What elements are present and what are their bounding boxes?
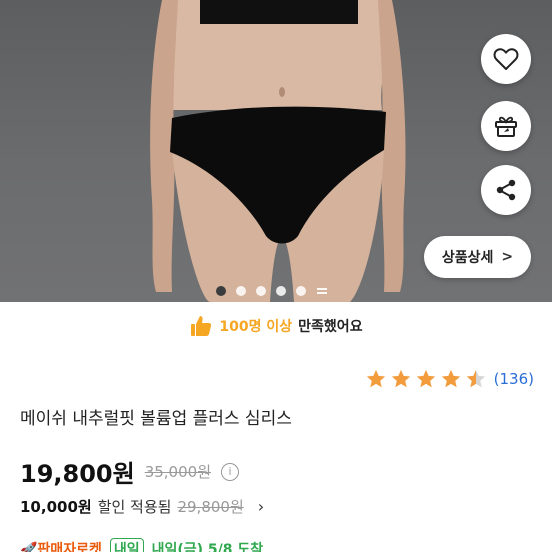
carousel-dot[interactable] (276, 286, 286, 296)
review-count[interactable]: (136) (494, 370, 534, 388)
product-detail-button[interactable]: 상품상세 > (424, 236, 531, 278)
satisfaction-banner: 100명 이상 만족했어요 (0, 308, 552, 344)
satisfaction-text: 만족했어요 (298, 319, 363, 335)
thumbs-up-icon (191, 316, 212, 336)
original-price: 35,000원 (144, 463, 211, 481)
product-image[interactable]: 상품상세 > (0, 0, 552, 302)
carousel-dot[interactable] (296, 286, 306, 296)
star-full-icon (416, 369, 435, 388)
share-button[interactable] (481, 165, 531, 215)
carousel-dot[interactable] (256, 286, 266, 296)
star-full-icon (441, 369, 460, 388)
rocket-delivery-label: 🚀판매자로켓 (20, 542, 102, 552)
carousel-indicator[interactable] (216, 286, 328, 296)
carousel-dot[interactable] (236, 286, 246, 296)
discount-text: 할인 적용됨 (97, 498, 172, 516)
heart-icon (493, 48, 519, 70)
satisfaction-count: 100명 이상 (219, 319, 293, 335)
discount-row[interactable]: 10,000원 할인 적용됨 29,800원 › (20, 496, 264, 517)
star-full-icon (366, 369, 385, 388)
carousel-dot[interactable] (216, 286, 226, 296)
share-icon (496, 179, 516, 201)
gift-button[interactable] (481, 101, 531, 151)
carousel-more-icon[interactable] (316, 286, 328, 296)
gift-icon (495, 116, 517, 137)
discount-original-price: 29,800원 (177, 498, 244, 516)
chevron-right-icon: > (501, 249, 514, 265)
star-full-icon (391, 369, 410, 388)
product-detail-label: 상품상세 (441, 250, 494, 266)
chevron-right-icon: › (257, 497, 265, 516)
sale-price: 19,800원 (20, 460, 135, 488)
shipping-row: 🚀판매자로켓 내일 내일(금) 5/8 도착 (20, 538, 263, 552)
product-page: 상품상세 > 100명 이상 만족했어요 (136) 메이쉬 내추럴핏 볼륨업 … (0, 0, 552, 552)
delivery-date: 내일(금) 5/8 도착 (151, 542, 264, 552)
wishlist-button[interactable] (481, 34, 531, 84)
info-icon[interactable]: i (221, 462, 239, 481)
tomorrow-badge: 내일 (109, 538, 144, 552)
price-row: 19,800원 35,000원 i (20, 454, 239, 489)
discount-amount: 10,000원 (20, 498, 92, 516)
star-half-icon (466, 369, 485, 388)
product-title: 메이쉬 내추럴핏 볼륨업 플러스 심리스 (20, 409, 292, 429)
rating[interactable]: (136) (365, 368, 534, 390)
